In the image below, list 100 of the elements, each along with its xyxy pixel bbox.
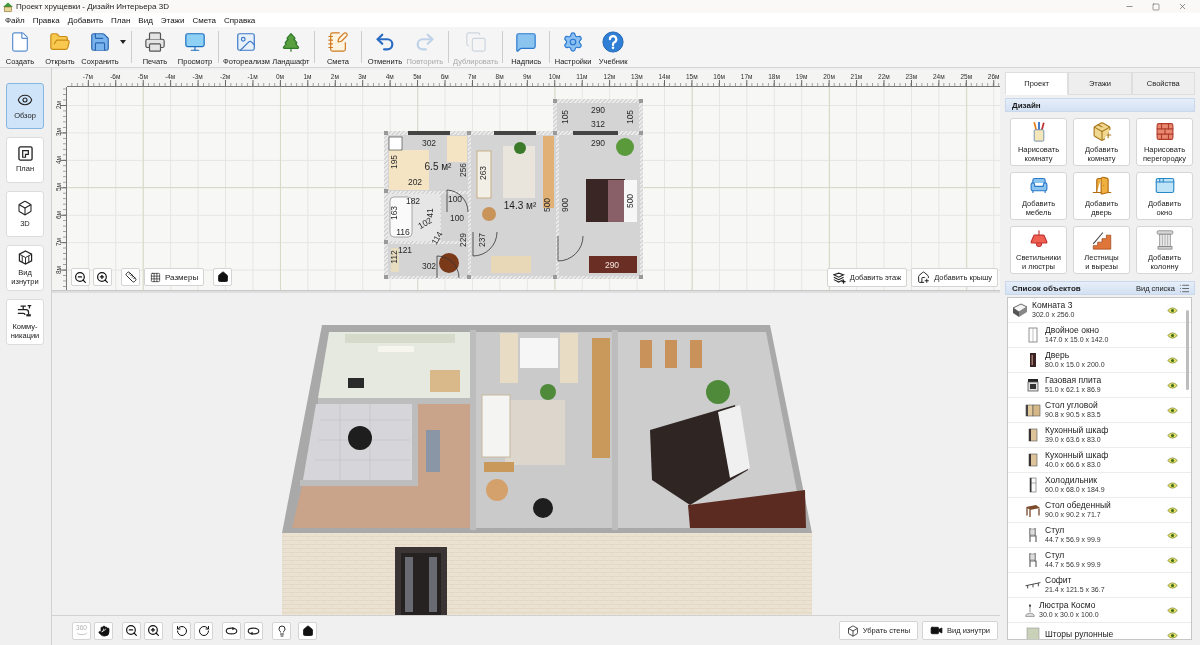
dimension-label: 163 xyxy=(389,205,399,221)
video-camera-icon xyxy=(930,624,944,637)
dimension-label: 116 xyxy=(396,227,410,237)
dimension-label: 100 xyxy=(447,194,463,204)
object-name: Кухонный шкаф xyxy=(1045,450,1109,461)
document-icon xyxy=(9,31,31,53)
section-title: Дизайн xyxy=(1012,100,1041,110)
area-label: 14.3 м² xyxy=(503,199,537,211)
home-button[interactable] xyxy=(213,268,233,286)
rotate-right-button[interactable] xyxy=(194,621,213,640)
eye-icon[interactable] xyxy=(1167,456,1178,464)
cabinet-icon xyxy=(1025,452,1041,468)
object-name: Стол обеденный xyxy=(1045,500,1111,511)
eye-icon[interactable] xyxy=(1167,581,1178,589)
dimensions-button[interactable]: Размеры xyxy=(144,268,205,286)
object-name: Стул xyxy=(1045,550,1066,561)
blind-icon xyxy=(1025,627,1041,639)
menu-item[interactable]: План xyxy=(107,14,135,26)
object-name: Стол угловой xyxy=(1045,400,1099,411)
speech-bubble-icon xyxy=(515,31,538,53)
stairs-icon xyxy=(1090,229,1113,250)
hand-icon xyxy=(97,624,110,637)
cube-interior-icon xyxy=(17,249,33,265)
dimension-label: 500 xyxy=(542,197,552,213)
menu-item[interactable]: Справка xyxy=(219,14,260,26)
spotlight-icon xyxy=(1025,581,1041,589)
picture-icon xyxy=(235,31,258,53)
eye-icon[interactable] xyxy=(1167,506,1178,514)
dimension-label: 112 xyxy=(389,250,399,264)
eye-icon[interactable] xyxy=(1167,381,1178,389)
folder-icon xyxy=(49,31,71,53)
light-button[interactable] xyxy=(272,621,291,640)
zoom-out-button[interactable] xyxy=(122,621,141,640)
list-view-icon xyxy=(1179,282,1190,294)
eye-icon[interactable] xyxy=(1167,406,1178,414)
zoom-out-button[interactable] xyxy=(71,268,90,286)
dimension-label: 900 xyxy=(560,197,570,213)
lamp-icon xyxy=(1025,603,1035,617)
dimension-label: 256 xyxy=(458,162,468,178)
orbit-button[interactable] xyxy=(244,621,263,640)
eye-icon[interactable] xyxy=(1167,556,1178,564)
eye-icon[interactable] xyxy=(1167,531,1178,539)
home-icon xyxy=(301,624,314,637)
object-name: Кухонный шкаф xyxy=(1045,425,1109,436)
zoom-out-icon xyxy=(74,270,87,284)
dimension-label: 302 xyxy=(421,261,437,271)
window-icon xyxy=(1153,175,1176,196)
brick-wall-icon xyxy=(1153,121,1176,142)
menu-item[interactable]: Вид xyxy=(134,14,157,26)
eye-icon[interactable] xyxy=(1167,331,1178,339)
zoom-in-button[interactable] xyxy=(93,268,112,286)
eye-icon[interactable] xyxy=(1167,431,1178,439)
pan-button[interactable] xyxy=(94,621,113,640)
menu-item[interactable]: Смета xyxy=(188,14,220,26)
monitor-icon xyxy=(184,31,206,53)
scrollbar-thumb[interactable] xyxy=(1186,310,1189,390)
help-icon xyxy=(602,31,625,53)
orbit-button[interactable] xyxy=(222,621,241,640)
dimension-label: 290 xyxy=(590,105,606,115)
menu-item[interactable]: Этажи xyxy=(156,14,189,26)
close-icon[interactable] xyxy=(1178,2,1187,11)
dimension-label: 290 xyxy=(604,260,620,270)
object-name: Газовая плита xyxy=(1045,375,1102,386)
pipes-icon xyxy=(17,303,33,319)
menu-item[interactable]: Добавить xyxy=(63,14,108,26)
cube-icon xyxy=(846,624,859,637)
rotate-left-button[interactable] xyxy=(172,621,191,640)
box-plus-icon xyxy=(1090,121,1113,142)
home-icon xyxy=(216,271,229,283)
object-name: Холодильник xyxy=(1045,475,1098,486)
menu-item[interactable]: Правка xyxy=(28,14,64,26)
ruler-button[interactable] xyxy=(121,268,140,286)
eye-icon[interactable] xyxy=(1167,481,1178,489)
dimension-label: 290 xyxy=(590,138,606,148)
dimension-label: 312 xyxy=(590,119,606,129)
grid-icon xyxy=(150,271,161,283)
cabinet-icon xyxy=(1025,427,1041,443)
settings-icon xyxy=(562,31,585,53)
dimension-label: 105 xyxy=(625,109,635,125)
menu-item[interactable]: Файл xyxy=(1,14,29,26)
object-name: Софит xyxy=(1045,575,1073,586)
zoom-in-button[interactable] xyxy=(144,621,163,640)
eye-icon[interactable] xyxy=(1167,631,1178,639)
home-button[interactable] xyxy=(298,621,317,640)
eye-icon[interactable] xyxy=(1167,606,1178,614)
eye-icon[interactable] xyxy=(1167,306,1178,314)
rotate-left-icon xyxy=(175,624,188,637)
zoom-out-icon xyxy=(125,624,138,637)
eye-icon[interactable] xyxy=(1167,356,1178,364)
house-plus-icon xyxy=(917,271,931,284)
dimension-label: 41 xyxy=(425,208,435,218)
dimension-label: 500 xyxy=(625,193,635,209)
ruler-icon xyxy=(124,271,137,283)
object-name: Двойное окно xyxy=(1045,325,1101,336)
caret-icon[interactable] xyxy=(120,40,126,44)
dimension-label: 302 xyxy=(421,138,437,148)
copy-icon xyxy=(464,31,487,53)
object-name: Шторы рулонные xyxy=(1045,630,1114,639)
object-name: Дверь xyxy=(1045,350,1071,361)
printer-icon xyxy=(144,31,166,53)
